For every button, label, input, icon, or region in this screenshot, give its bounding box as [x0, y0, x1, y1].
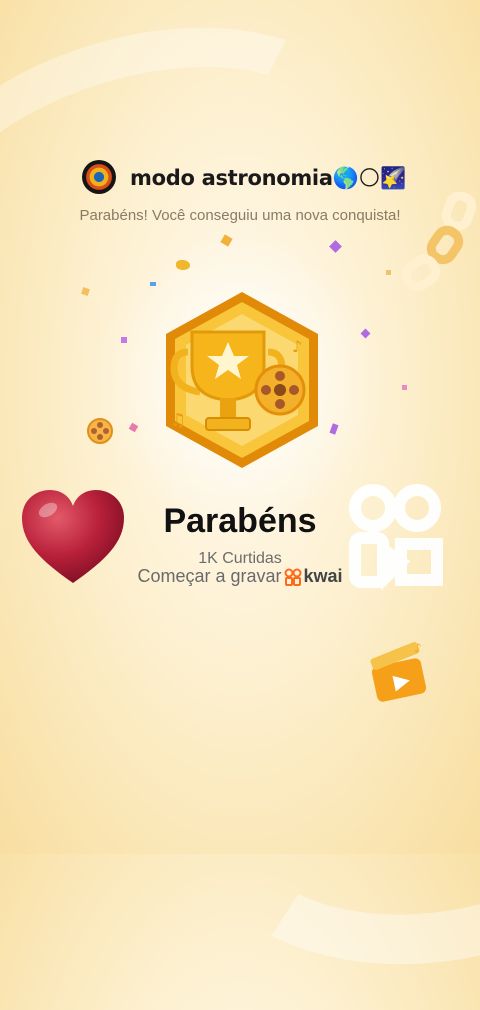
kwai-brand-icon	[284, 568, 302, 586]
cta-brand: kwai	[303, 566, 343, 586]
confetti	[121, 337, 127, 343]
clapper-icon: ♪	[370, 641, 427, 702]
confetti	[128, 422, 139, 433]
confetti	[386, 270, 391, 275]
svg-text:♪: ♪	[292, 337, 302, 356]
confetti	[402, 385, 407, 390]
avatar[interactable]	[82, 160, 116, 194]
confetti	[220, 234, 233, 247]
background-swirl	[148, 549, 480, 1010]
trophy-badge-icon: ♫ ♪	[166, 292, 318, 468]
confetti	[360, 328, 371, 339]
confetti	[176, 260, 190, 270]
confetti	[81, 287, 90, 296]
cta-label: Começar a gravar	[137, 566, 282, 586]
svg-text:♪: ♪	[414, 641, 422, 655]
film-reel-icon	[87, 418, 113, 444]
svg-text:♫: ♫	[170, 410, 186, 431]
achievement-title: Parabéns	[163, 502, 317, 540]
username[interactable]: modo astronomia🌎🌕🌠	[130, 166, 406, 191]
chain-decoration	[401, 192, 477, 292]
confetti	[150, 282, 156, 286]
confetti	[329, 240, 342, 253]
start-recording-cta[interactable]: Começar a gravar kwai	[0, 566, 480, 587]
